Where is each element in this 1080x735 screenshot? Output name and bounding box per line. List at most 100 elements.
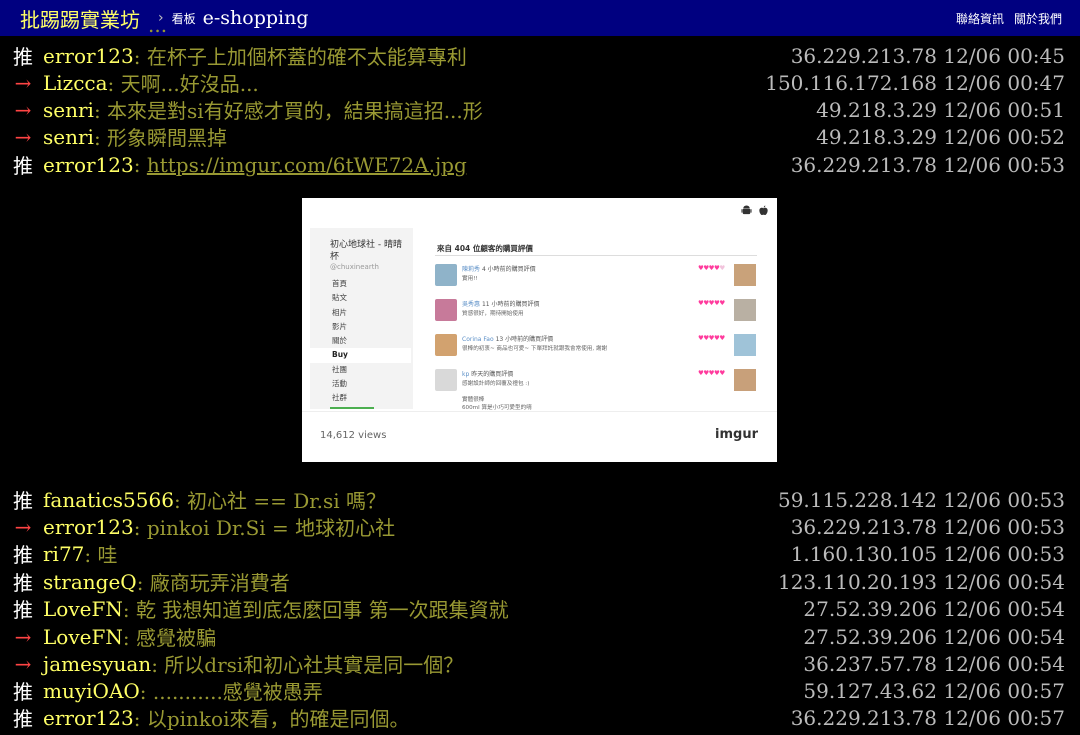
push-ipdatetime: 36.229.213.78 12/06 00:57	[790, 705, 1065, 730]
review-time: 4 小時前的購買評價	[481, 266, 536, 273]
push-content: : 形象瞬間黑掉	[93, 126, 228, 150]
shop-nav-item: 首頁	[332, 279, 347, 288]
embedded-image[interactable]: 初心地球社 - 晴晴杯 @chuxinearth 首頁 貼文 相片 影片 關於 …	[302, 198, 777, 462]
push-row: → jamesyuan : 所以drsi和初心社其實是同一個？ 36.237.5…	[13, 650, 1065, 678]
push-userid[interactable]: senri	[43, 125, 94, 149]
push-row: 推 error123 : 在杯子上加個杯蓋的確不太能算專利 36.229.213…	[13, 42, 1065, 70]
push-ipdatetime: 27.52.39.206 12/06 00:54	[803, 624, 1065, 649]
rating-hearts: ♥♥♥♥♥	[698, 369, 725, 377]
shop-nav-item: 社群	[332, 393, 347, 403]
push-ipdatetime: 36.229.213.78 12/06 00:53	[790, 514, 1065, 539]
view-count: 14,612 views	[320, 430, 387, 441]
about-link[interactable]: 關於我們	[1014, 10, 1062, 27]
push-userid[interactable]: LoveFN	[43, 597, 123, 621]
push-content: : 哇	[84, 543, 118, 567]
shop-nav: 首頁 貼文 相片 影片 關於 Buy 社團 活動 社群	[310, 277, 413, 406]
push-userid[interactable]: muyiOAO	[43, 679, 140, 703]
push-content: : pinkoi Dr.Si = 地球初心社	[133, 516, 396, 540]
push-userid[interactable]: ri77	[43, 542, 84, 566]
product-thumbnail	[734, 264, 756, 286]
push-ipdatetime: 27.52.39.206 12/06 00:54	[803, 596, 1065, 621]
review-text: 質感很好，期待開始使用	[462, 311, 524, 317]
push-userid[interactable]: senri	[43, 98, 94, 122]
cut-off-text: ...	[148, 27, 448, 36]
push-row: → senri : 形象瞬間黑掉 49.218.3.29 12/06 00:52	[13, 123, 1065, 151]
divider	[435, 255, 757, 256]
imgur-link[interactable]: https://imgur.com/6tWE72A.jpg	[147, 153, 467, 177]
heart-icon: ♥	[719, 369, 725, 377]
shop-nav-item: 活動	[332, 379, 347, 389]
reviewer-avatar	[435, 334, 457, 356]
rating-hearts: ♥♥♥♥♥	[698, 299, 725, 307]
push-content: : 本來是對si有好感才買的，結果搞這招...形	[93, 99, 483, 123]
shop-nav-item: 貼文	[332, 293, 347, 303]
push-ipdatetime: 49.218.3.29 12/06 00:51	[816, 97, 1065, 122]
reviewer-avatar	[435, 299, 457, 321]
push-tag: →	[14, 70, 32, 95]
push-content: : 所以drsi和初心社其實是同一個？	[151, 653, 464, 677]
push-ipdatetime: 123.110.20.193 12/06 00:54	[777, 569, 1065, 594]
site-logo-link[interactable]: 批踢踢實業坊	[20, 4, 140, 33]
push-userid[interactable]: error123	[43, 44, 134, 68]
review-time: 13 小時前的購買評價	[495, 336, 554, 343]
push-userid[interactable]: fanatics5566	[43, 488, 174, 512]
heart-icon: ♥	[719, 299, 725, 307]
reviewer-name: kp	[462, 371, 470, 378]
push-tag: →	[14, 97, 32, 122]
push-tag: 推	[13, 45, 33, 69]
push-tag: →	[14, 124, 32, 149]
android-icon	[741, 205, 752, 215]
contact-link[interactable]: 聯絡資訊	[956, 10, 1004, 27]
reviewer-name: 陳莉秀	[462, 266, 481, 273]
board-link[interactable]: e-shopping	[203, 7, 309, 29]
review-item: 吳秀惠 11 小時前的購買評價 質感很好，期待開始使用 ♥♥♥♥♥	[435, 299, 757, 329]
push-ipdatetime: 1.160.130.105 12/06 00:53	[790, 541, 1065, 566]
push-content: : 廠商玩弄消費者	[136, 571, 290, 595]
shop-nav-item: 影片	[332, 321, 347, 331]
reviewer-avatar	[435, 264, 457, 286]
push-userid[interactable]: Lizcca	[43, 71, 108, 95]
apple-icon	[759, 205, 768, 216]
push-userid[interactable]: error123	[43, 706, 134, 730]
push-userid[interactable]: error123	[43, 515, 134, 539]
product-thumbnail	[734, 299, 756, 321]
review-item: 陳莉秀 4 小時前的購買評價 實用!! ♥♥♥♥♥	[435, 264, 757, 294]
push-row: 推 strangeQ : 廠商玩弄消費者 123.110.20.193 12/0…	[13, 568, 1065, 596]
push-tag: 推	[13, 543, 33, 567]
push-ipdatetime: 36.229.213.78 12/06 00:53	[790, 152, 1065, 177]
shop-nav-item-active: Buy	[310, 348, 411, 363]
rating-hearts: ♥♥♥♥♥	[698, 264, 725, 272]
review-item: Corina Fao 13 小時前的購買評價 很棒的初衷~ 商品也可愛~ 下單拜…	[435, 334, 757, 364]
shop-nav-item: 社團	[332, 364, 347, 374]
push-userid[interactable]: LoveFN	[43, 625, 123, 649]
image-footer: 14,612 views imgur	[302, 411, 777, 462]
push-content: : ...........感覺被愚弄	[139, 680, 323, 704]
review-text: 很棒的初衷~ 商品也可愛~ 下單拜託就跟我會常使用, 謝謝	[462, 346, 608, 352]
push-row: → LoveFN : 感覺被騙 27.52.39.206 12/06 00:54	[13, 623, 1065, 651]
push-tag: 推	[13, 489, 33, 513]
push-content: : 乾 我想知道到底怎麼回事 第一次跟集資就	[122, 598, 509, 622]
push-tag: 推	[13, 598, 33, 622]
review-text: 感謝設計師的回覆及禮包 :)	[462, 381, 530, 387]
push-userid[interactable]: jamesyuan	[43, 652, 151, 676]
push-content: : 以pinkoi來看，的確是同個。	[133, 707, 410, 731]
push-tag: →	[14, 624, 32, 649]
rating-hearts: ♥♥♥♥♥	[698, 334, 725, 342]
push-content: : 初心社 == Dr.si 嗎？	[173, 489, 387, 513]
shop-handle: @chuxinearth	[330, 263, 379, 271]
push-userid[interactable]: strangeQ	[43, 570, 137, 594]
heart-icon: ♥	[719, 334, 725, 342]
reviewer-avatar	[435, 369, 457, 391]
push-row: 推 muyiOAO : ...........感覺被愚弄 59.127.43.6…	[13, 677, 1065, 705]
reviews-heading: 來自 404 位顧客的購買評價	[437, 244, 533, 253]
push-content: : 在杯子上加個杯蓋的確不太能算專利	[133, 45, 467, 69]
review-time: 11 小時前的購買評價	[481, 301, 540, 308]
push-userid[interactable]: error123	[43, 153, 134, 177]
push-tag: →	[14, 651, 32, 676]
push-content-prefix: :	[133, 152, 147, 177]
push-ipdatetime: 59.127.43.62 12/06 00:57	[803, 678, 1065, 703]
reviewer-name: 吳秀惠	[462, 301, 481, 308]
product-thumbnail	[734, 369, 756, 391]
review-text: 實用!!	[462, 276, 478, 282]
breadcrumb-separator: ›	[158, 10, 164, 26]
